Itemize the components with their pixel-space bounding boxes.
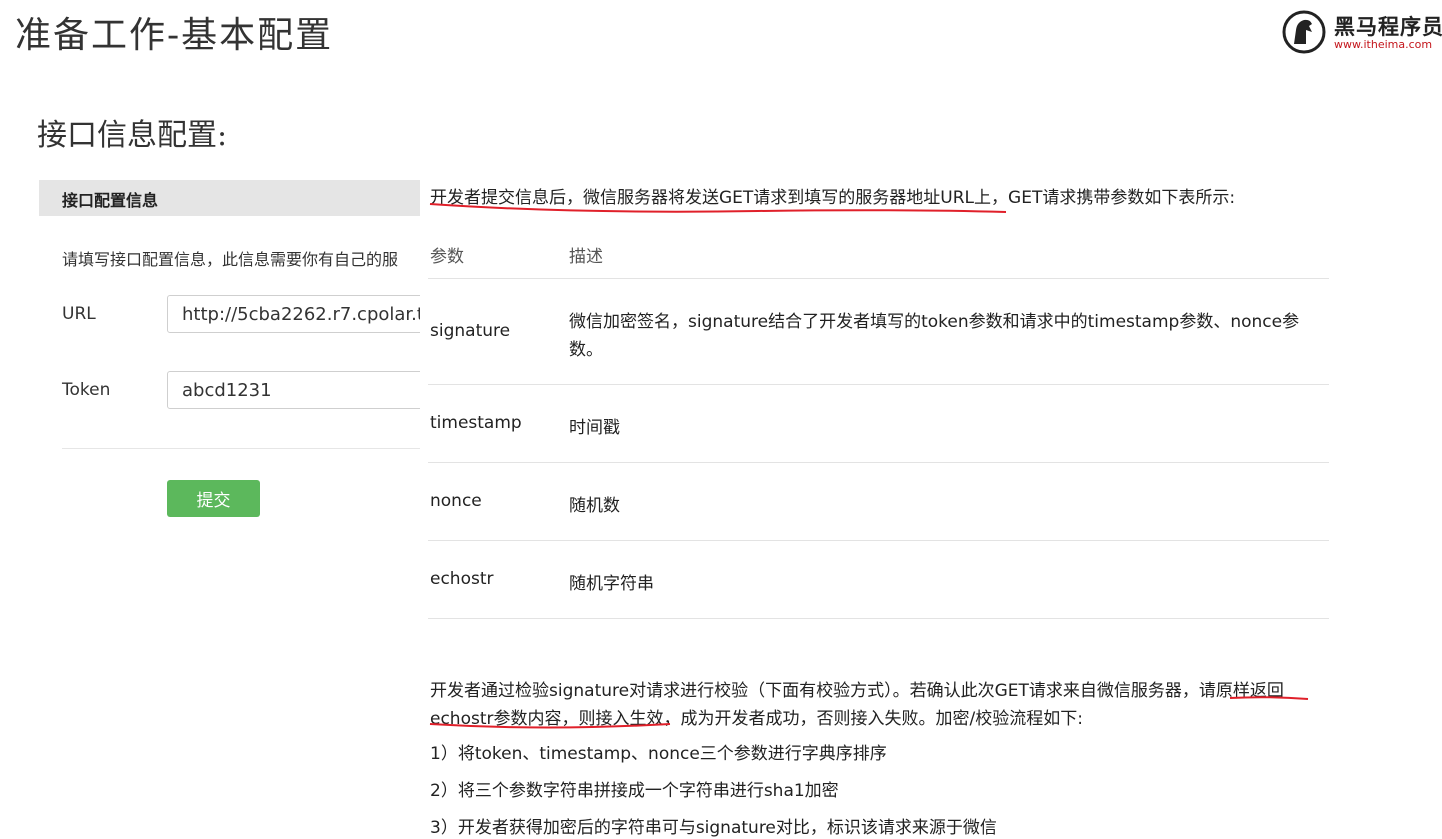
intro-rest-text: GET请求携带参数如下表所示: (1008, 188, 1236, 208)
logo-url: www.itheima.com (1334, 38, 1433, 51)
table-param-cell: signature (430, 321, 511, 341)
interface-config-panel: 接口配置信息 请填写接口配置信息，此信息需要你有自己的服 URL Token 提… (39, 180, 420, 600)
logo-name: 黑马程序员 (1334, 15, 1442, 39)
table-desc-cell: 时间戳 (569, 418, 620, 438)
table-desc-cell: 随机字符串 (569, 574, 654, 594)
table-desc-cell: 数。 (569, 340, 603, 360)
table-param-cell: echostr (430, 569, 494, 589)
verify-underline-mark (1229, 696, 1309, 700)
step-item: 3）开发者获得加密后的字符串可与signature对比，标识该请求来源于微信 (430, 818, 997, 838)
table-divider (428, 462, 1329, 463)
intro-underline-mark (429, 203, 1007, 213)
verify-underline-mark (429, 723, 671, 729)
panel-description: 请填写接口配置信息，此信息需要你有自己的服 (62, 250, 399, 269)
table-param-cell: timestamp (430, 413, 522, 433)
step-item: 2）将三个参数字符串拼接成一个字符串进行sha1加密 (430, 781, 839, 801)
table-desc-cell: 微信加密签名，signature结合了开发者填写的token参数和请求中的tim… (569, 312, 1300, 332)
token-label: Token (62, 380, 111, 400)
submit-button[interactable]: 提交 (167, 480, 260, 517)
step-item: 1）将token、timestamp、nonce三个参数进行字典序排序 (430, 744, 887, 764)
horse-logo-icon (1282, 10, 1326, 54)
table-divider (428, 618, 1329, 619)
table-param-cell: nonce (430, 491, 482, 511)
url-input[interactable] (167, 295, 420, 333)
form-divider (62, 448, 420, 449)
table-header-param: 参数 (430, 247, 464, 267)
token-input[interactable] (167, 371, 420, 409)
panel-header-title: 接口配置信息 (62, 191, 159, 210)
table-divider (428, 540, 1329, 541)
panel-header: 接口配置信息 (39, 180, 420, 216)
verify-paragraph-line: 开发者通过检验signature对请求进行校验（下面有校验方式）。若确认此次GE… (430, 681, 1284, 701)
table-divider (428, 278, 1329, 279)
table-divider (428, 384, 1329, 385)
brand-logo: 黑马程序员 www.itheima.com (1282, 8, 1442, 56)
url-label: URL (62, 304, 96, 324)
table-header-desc: 描述 (569, 247, 603, 267)
slide-title: 准备工作-基本配置 (15, 15, 334, 56)
table-desc-cell: 随机数 (569, 496, 620, 516)
section-heading: 接口信息配置: (37, 118, 228, 153)
